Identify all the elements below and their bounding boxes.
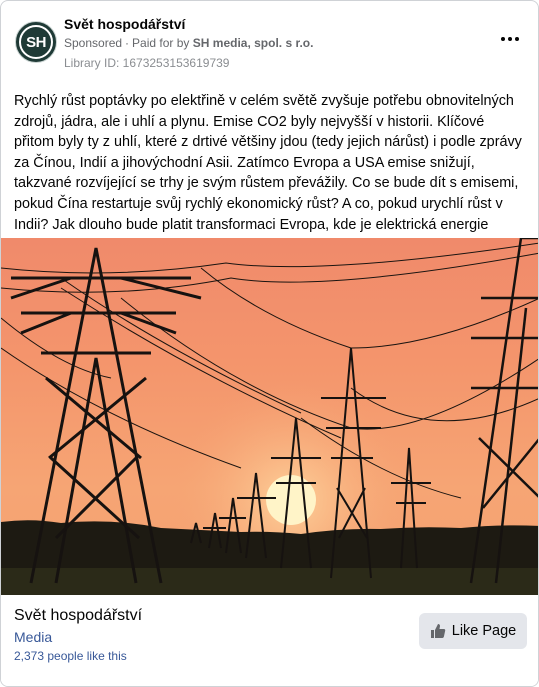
post-header: SH Svět hospodářství Sponsored · Paid for … <box>1 1 538 81</box>
ad-footer: Svět hospodářství Media 2,373 people lik… <box>1 595 538 686</box>
post-text: Rychlý růst poptávky po elektřině v celé… <box>14 93 522 253</box>
page-avatar[interactable]: SH <box>15 21 57 63</box>
footer-category: Media <box>14 629 53 645</box>
sponsored-label: Sponsored <box>64 36 123 50</box>
more-options-icon[interactable] <box>498 27 522 51</box>
page-name-link[interactable]: Svět hospodářství <box>64 16 185 32</box>
thumbs-up-icon <box>430 624 445 638</box>
paid-for-label: Paid for by <box>132 36 190 50</box>
footer-page-name[interactable]: Svět hospodářství <box>14 607 142 625</box>
library-id: Library ID: 1673253153619739 <box>64 56 230 70</box>
separator-dot: · <box>125 36 130 50</box>
ad-image-power-lines-sunset[interactable] <box>1 238 539 595</box>
footer-like-count: 2,373 people like this <box>14 649 127 663</box>
ad-card: SH Svět hospodářství Sponsored · Paid for … <box>0 0 539 687</box>
paid-for-company: SH media, spol. s r.o. <box>192 36 314 50</box>
sponsored-line: Sponsored · Paid for by SH media, spol. s … <box>64 36 313 50</box>
avatar-initials: SH <box>19 25 53 59</box>
like-page-button[interactable]: Like Page <box>419 613 527 649</box>
like-page-label: Like Page <box>451 623 517 639</box>
